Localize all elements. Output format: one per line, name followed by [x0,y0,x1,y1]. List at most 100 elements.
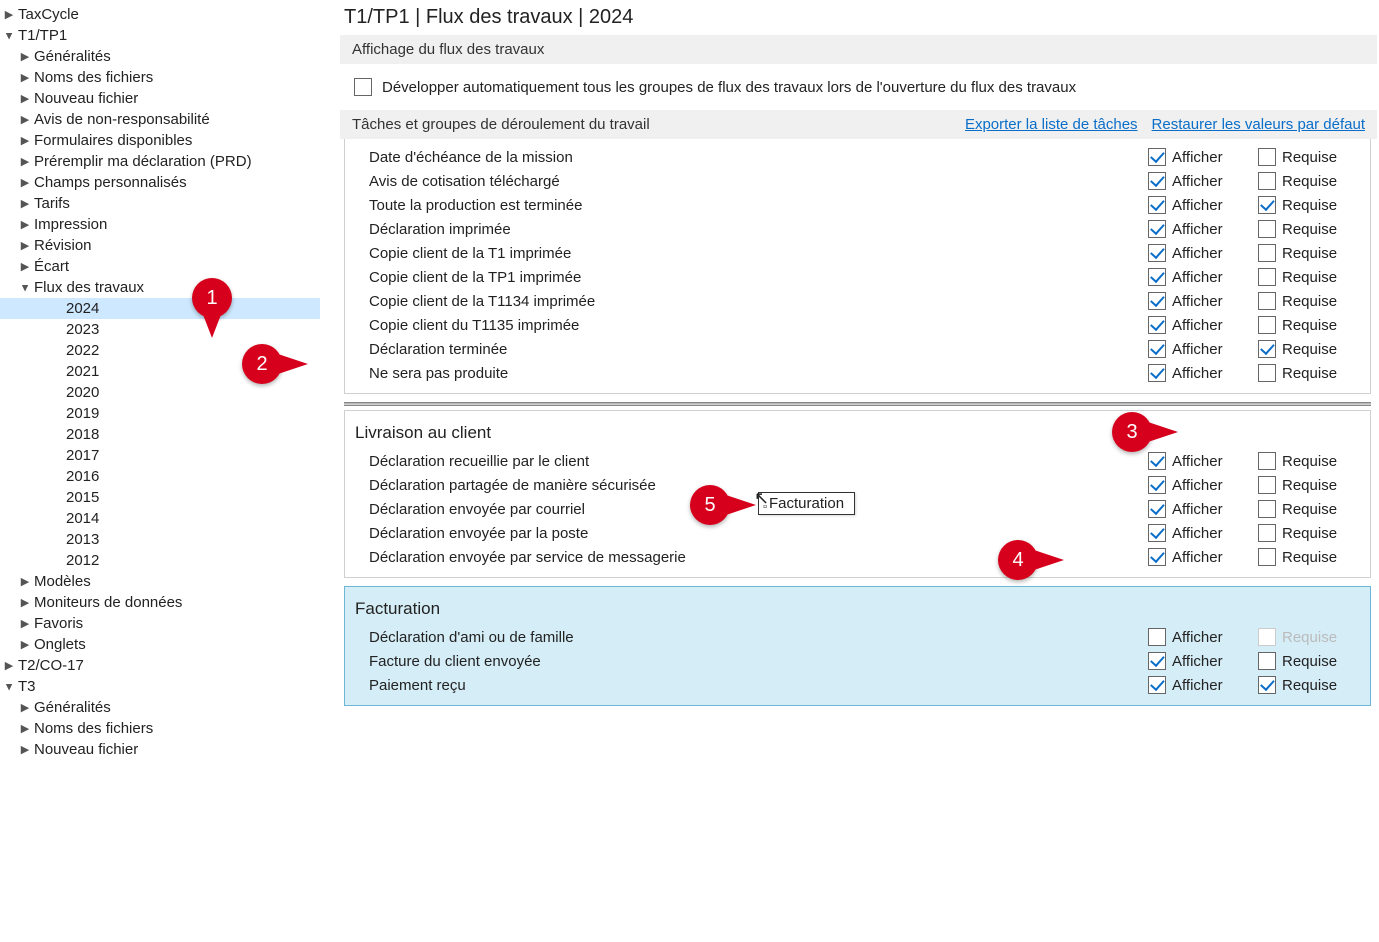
req-checkbox[interactable] [1258,676,1276,694]
show-checkbox[interactable] [1148,652,1166,670]
tree-t2co17[interactable]: ▶T2/CO-17 [0,655,320,676]
req-checkbox[interactable] [1258,196,1276,214]
tree-item[interactable]: ▶Favoris [0,613,320,634]
show-checkbox[interactable] [1148,196,1166,214]
req-checkbox[interactable] [1258,476,1276,494]
tree-item[interactable]: ▶Nouveau fichier [0,88,320,109]
tree-year-2018[interactable]: 2018 [0,424,320,445]
tree-year-2012[interactable]: 2012 [0,550,320,571]
task-row[interactable]: Avis de cotisation téléchargéAfficherReq… [353,169,1362,193]
group-divider[interactable] [344,402,1371,406]
tree-t3[interactable]: ▲T3 [0,676,320,697]
req-checkbox[interactable] [1258,316,1276,334]
tree-year-2017[interactable]: 2017 [0,445,320,466]
task-row[interactable]: Ne sera pas produiteAfficherRequise [353,361,1362,385]
show-checkbox[interactable] [1148,292,1166,310]
tree-year-2016[interactable]: 2016 [0,466,320,487]
tree-label: Préremplir ma déclaration (PRD) [32,153,252,170]
tree-item[interactable]: ▶Modèles [0,571,320,592]
req-checkbox[interactable] [1258,452,1276,470]
req-checkbox[interactable] [1258,500,1276,518]
task-label: Déclaration recueillie par le client [369,453,1148,470]
tree-year-2015[interactable]: 2015 [0,487,320,508]
tree-item[interactable]: ▶Généralités [0,697,320,718]
show-checkbox[interactable] [1148,316,1166,334]
tree-t1tp1[interactable]: ▲T1/TP1 [0,25,320,46]
req-checkbox[interactable] [1258,340,1276,358]
show-checkbox[interactable] [1148,500,1166,518]
show-checkbox[interactable] [1148,220,1166,238]
tree-item[interactable]: ▶Écart [0,256,320,277]
req-checkbox[interactable] [1258,364,1276,382]
task-label: Toute la production est terminée [369,197,1148,214]
task-row[interactable]: Déclaration envoyée par service de messa… [353,545,1362,569]
tree-item[interactable]: ▶Tarifs [0,193,320,214]
tree-item[interactable]: ▶Onglets [0,634,320,655]
show-checkbox[interactable] [1148,364,1166,382]
tree-item[interactable]: ▶Champs personnalisés [0,172,320,193]
req-checkbox[interactable] [1258,268,1276,286]
tree-year-2013[interactable]: 2013 [0,529,320,550]
expand-checkbox[interactable] [354,78,372,96]
show-checkbox[interactable] [1148,452,1166,470]
tree-item[interactable]: ▶Noms des fichiers [0,718,320,739]
show-checkbox[interactable] [1148,524,1166,542]
req-checkbox[interactable] [1258,524,1276,542]
show-checkbox[interactable] [1148,676,1166,694]
task-row[interactable]: Copie client de la TP1 impriméeAfficherR… [353,265,1362,289]
tasks-scroll-area[interactable]: Date d'échéance de la missionAfficherReq… [340,139,1379,942]
task-row[interactable]: Déclaration d'ami ou de familleAfficherR… [353,625,1362,649]
tree-flux[interactable]: ▲Flux des travaux [0,277,320,298]
show-checkbox[interactable] [1148,172,1166,190]
show-checkbox[interactable] [1148,548,1166,566]
task-row[interactable]: Copie client de la T1 impriméeAfficherRe… [353,241,1362,265]
tree-year-2014[interactable]: 2014 [0,508,320,529]
task-row[interactable]: Paiement reçuAfficherRequise [353,673,1362,697]
task-row[interactable]: Date d'échéance de la missionAfficherReq… [353,145,1362,169]
caret-right-icon: ▶ [18,92,32,105]
req-checkbox[interactable] [1258,244,1276,262]
task-row[interactable]: Déclaration envoyée par la posteAfficher… [353,521,1362,545]
tree-item[interactable]: ▶Nouveau fichier [0,739,320,760]
tree-item[interactable]: ▶Noms des fichiers [0,67,320,88]
restore-defaults-link[interactable]: Restaurer les valeurs par défaut [1152,116,1365,133]
req-checkbox[interactable] [1258,548,1276,566]
tree-year-2019[interactable]: 2019 [0,403,320,424]
tree-year-2024[interactable]: 2024 [0,298,320,319]
req-checkbox[interactable] [1258,292,1276,310]
task-row[interactable]: Facture du client envoyéeAfficherRequise [353,649,1362,673]
show-checkbox[interactable] [1148,340,1166,358]
req-checkbox[interactable] [1258,148,1276,166]
req-checkbox[interactable] [1258,652,1276,670]
task-label: Copie client de la T1134 imprimée [369,293,1148,310]
req-checkbox[interactable] [1258,220,1276,238]
task-row[interactable]: Déclaration impriméeAfficherRequise [353,217,1362,241]
export-tasks-link[interactable]: Exporter la liste de tâches [965,116,1138,133]
drag-cursor-icon: ↖▫ [754,489,773,507]
tree-item[interactable]: ▶Impression [0,214,320,235]
task-row[interactable]: Déclaration recueillie par le clientAffi… [353,449,1362,473]
tree-year-2020[interactable]: 2020 [0,382,320,403]
tree-year-2023[interactable]: 2023 [0,319,320,340]
show-checkbox[interactable] [1148,244,1166,262]
task-row[interactable]: Copie client du T1135 impriméeAfficherRe… [353,313,1362,337]
show-checkbox[interactable] [1148,628,1166,646]
task-row[interactable]: Copie client de la T1134 impriméeAffiche… [353,289,1362,313]
tree-item[interactable]: ▶Avis de non-responsabilité [0,109,320,130]
tree-item[interactable]: ▶Préremplir ma déclaration (PRD) [0,151,320,172]
task-row[interactable]: Toute la production est terminéeAfficher… [353,193,1362,217]
tree-item[interactable]: ▶Formulaires disponibles [0,130,320,151]
caret-right-icon: ▶ [18,722,32,735]
show-checkbox[interactable] [1148,148,1166,166]
tree-item[interactable]: ▶Révision [0,235,320,256]
show-checkbox[interactable] [1148,268,1166,286]
tree-item[interactable]: ▶Généralités [0,46,320,67]
task-row[interactable]: Déclaration envoyée par courrielAfficher… [353,497,1362,521]
tree-taxcycle[interactable]: ▶TaxCycle [0,4,320,25]
req-col: Requise [1258,148,1358,166]
req-checkbox[interactable] [1258,172,1276,190]
tree-item[interactable]: ▶Moniteurs de données [0,592,320,613]
task-row[interactable]: Déclaration partagée de manière sécurisé… [353,473,1362,497]
task-row[interactable]: Déclaration terminéeAfficherRequise [353,337,1362,361]
show-checkbox[interactable] [1148,476,1166,494]
